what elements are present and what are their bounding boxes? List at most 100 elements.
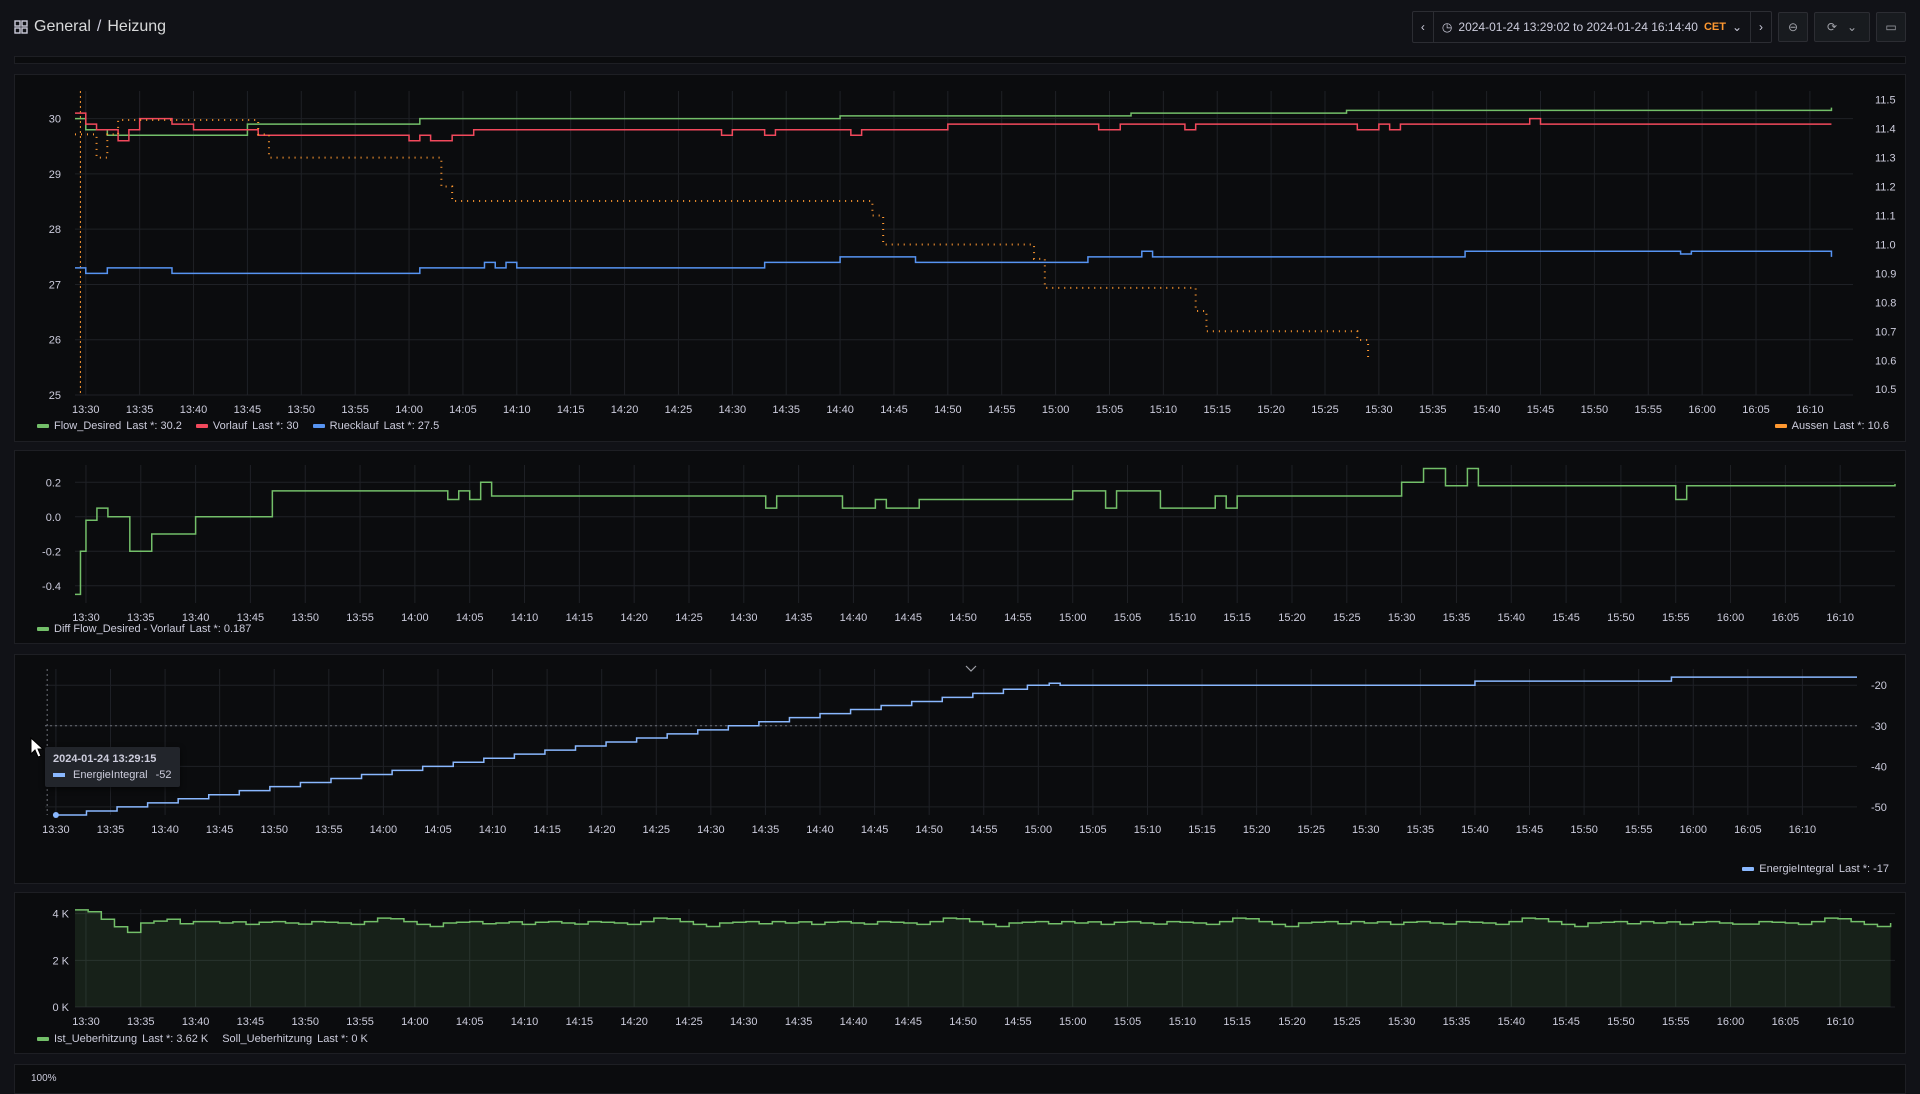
- x-tick-label: 16:00: [1717, 612, 1745, 624]
- legend-last-value: Last *: 30: [252, 420, 299, 432]
- energy-chart[interactable]: 13:30 13:35 13:40 13:45 13:50 13:55 14:00 14:05…: [15, 655, 1907, 885]
- x-tick-label: 15:10: [1169, 612, 1197, 624]
- x-tick-label: 15:40: [1473, 404, 1501, 416]
- x-tick-label: 15:25: [1297, 824, 1325, 836]
- diff-chart[interactable]: 13:30 13:35 13:40 13:45 13:50 13:55 14:00 14:05…: [15, 451, 1907, 645]
- legend-swatch: [1774, 424, 1787, 428]
- y-tick-label: 0.2: [46, 477, 61, 489]
- x-tick-label: 14:10: [503, 404, 531, 416]
- legend-item[interactable]: Soll_Ueberhitzung Last *: 0 K: [222, 1033, 368, 1045]
- tooltip-swatch: [53, 773, 65, 777]
- zoom-out-button[interactable]: ⊖: [1778, 12, 1808, 42]
- x-tick-label: 15:25: [1333, 612, 1361, 624]
- superheat-chart[interactable]: 13:30 13:35 13:40 13:45 13:50 13:55 14:00 14:05…: [15, 893, 1907, 1055]
- x-tick-label: 15:15: [1223, 1016, 1251, 1028]
- legend-item[interactable]: EnergieIntegral Last *: -17: [1742, 863, 1889, 875]
- x-tick-label: 13:45: [206, 824, 234, 836]
- x-tick-label: 14:50: [949, 612, 977, 624]
- tooltip-value: -52: [155, 769, 172, 781]
- x-tick-label: 14:00: [401, 1016, 429, 1028]
- x-tick-label: 15:40: [1461, 824, 1489, 836]
- x-tick-label: 14:10: [511, 612, 539, 624]
- y-right-tick-label: 11.4: [1875, 124, 1896, 136]
- x-tick-label: 14:00: [370, 824, 398, 836]
- legend-item[interactable]: Diff Flow_Desired - Vorlauf Last *: 0.187: [37, 623, 251, 635]
- panel-temperatures: 13:30 13:35 13:40 13:45 13:50 13:55 14:00 14:05…: [14, 74, 1906, 442]
- y-tick-label: 2 K: [52, 955, 69, 967]
- x-tick-label: 14:45: [894, 1016, 922, 1028]
- y-right-tick-label: 10.8: [1875, 297, 1896, 309]
- x-tick-label: 13:40: [180, 404, 208, 416]
- legend-item[interactable]: Aussen Last *: 10.6: [1774, 420, 1889, 432]
- x-tick-label: 13:50: [291, 1016, 319, 1028]
- x-tick-label: 15:30: [1352, 824, 1380, 836]
- x-tick-label: 13:30: [72, 1016, 100, 1028]
- dashboards-grid-icon[interactable]: [14, 20, 28, 34]
- x-tick-label: 15:40: [1497, 1016, 1525, 1028]
- tooltip-series: EnergieIntegral: [73, 769, 148, 781]
- x-tick-label: 14:50: [915, 824, 943, 836]
- x-tick-label: 15:20: [1278, 612, 1306, 624]
- time-range-back-button[interactable]: ‹: [1413, 12, 1434, 42]
- x-tick-label: 14:25: [675, 1016, 703, 1028]
- x-tick-label: 16:10: [1826, 612, 1854, 624]
- y-tick-label: 28: [49, 224, 61, 236]
- legend-item[interactable]: Flow_Desired Last *: 30.2: [37, 420, 182, 432]
- x-tick-label: 15:20: [1278, 1016, 1306, 1028]
- x-tick-label: 13:50: [291, 612, 319, 624]
- x-tick-label: 14:35: [785, 612, 813, 624]
- series-line-aussen: [75, 118, 1370, 361]
- legend-last-value: Last *: -17: [1838, 863, 1889, 875]
- time-range-forward-button[interactable]: ›: [1751, 12, 1771, 42]
- x-tick-label: 14:30: [730, 1016, 758, 1028]
- y-right-tick-label: 10.5: [1875, 384, 1896, 396]
- time-range-button[interactable]: ◷ 2024-01-24 13:29:02 to 2024-01-24 16:1…: [1434, 12, 1751, 42]
- x-tick-label: 15:05: [1114, 1016, 1142, 1028]
- legend-item[interactable]: Ruecklauf Last *: 27.5: [312, 420, 439, 432]
- refresh-interval-chevron-icon[interactable]: ⌄: [1847, 20, 1857, 34]
- x-tick-label: 14:40: [806, 824, 834, 836]
- x-tick-label: 13:30: [72, 404, 100, 416]
- x-tick-label: 15:35: [1419, 404, 1447, 416]
- legend-last-value: Last *: 30.2: [126, 420, 182, 432]
- series-line-energy: [55, 676, 1857, 816]
- x-tick-label: 15:15: [1203, 404, 1231, 416]
- y-tick-label: 0 K: [52, 1002, 69, 1014]
- series-line-ruecklauf: [75, 250, 1833, 275]
- y-tick-label: -0.4: [42, 581, 61, 593]
- dashboard-title[interactable]: Heizung: [107, 18, 166, 36]
- legend-item[interactable]: Vorlauf Last *: 30: [195, 420, 299, 432]
- refresh-button-group: ⟳ ⌄: [1814, 12, 1870, 42]
- x-tick-label: 13:40: [151, 824, 179, 836]
- x-tick-label: 14:15: [557, 404, 585, 416]
- x-tick-label: 14:45: [861, 824, 889, 836]
- superheat-legend: Ist_Ueberhitzung Last *: 3.62 K Soll_Ueber…: [37, 1033, 368, 1045]
- x-tick-label: 15:50: [1570, 824, 1598, 836]
- series-line-diff: [75, 467, 1896, 596]
- y-tick-label: 4 K: [52, 909, 69, 921]
- x-tick-label: 14:40: [826, 404, 854, 416]
- refresh-icon[interactable]: ⟳: [1827, 20, 1837, 34]
- chevron-down-icon[interactable]: [965, 665, 977, 673]
- breadcrumb-folder[interactable]: General: [34, 18, 91, 36]
- y-tick-label: -20: [1871, 680, 1887, 692]
- panel-diff: 13:30 13:35 13:40 13:45 13:50 13:55 14:00 14:05…: [14, 450, 1906, 644]
- mouse-cursor-icon: [30, 737, 45, 758]
- x-tick-label: 15:05: [1096, 404, 1124, 416]
- time-picker: ‹ ◷ 2024-01-24 13:29:02 to 2024-01-24 16…: [1411, 11, 1772, 43]
- temperature-chart[interactable]: 13:30 13:35 13:40 13:45 13:50 13:55 14:00 14:05…: [15, 75, 1907, 443]
- x-tick-label: 16:00: [1679, 824, 1707, 836]
- legend-item[interactable]: Ist_Ueberhitzung Last *: 3.62 K: [37, 1033, 208, 1045]
- y-right-tick-label: 11.1: [1875, 210, 1896, 222]
- x-tick-label: 13:55: [341, 404, 369, 416]
- legend-last-value: Last *: 3.62 K: [142, 1033, 209, 1045]
- x-tick-label: 15:30: [1365, 404, 1393, 416]
- row-header-strip: [14, 56, 1906, 64]
- legend-series-name: Ist_Ueberhitzung: [54, 1033, 138, 1045]
- legend-swatch: [37, 627, 49, 631]
- tv-mode-button[interactable]: ▭: [1876, 12, 1906, 42]
- temperature-legend-right: Aussen Last *: 10.6: [1774, 420, 1889, 432]
- x-tick-label: 15:10: [1169, 1016, 1197, 1028]
- y-tick-label: -50: [1871, 802, 1887, 814]
- x-tick-label: 14:20: [620, 1016, 648, 1028]
